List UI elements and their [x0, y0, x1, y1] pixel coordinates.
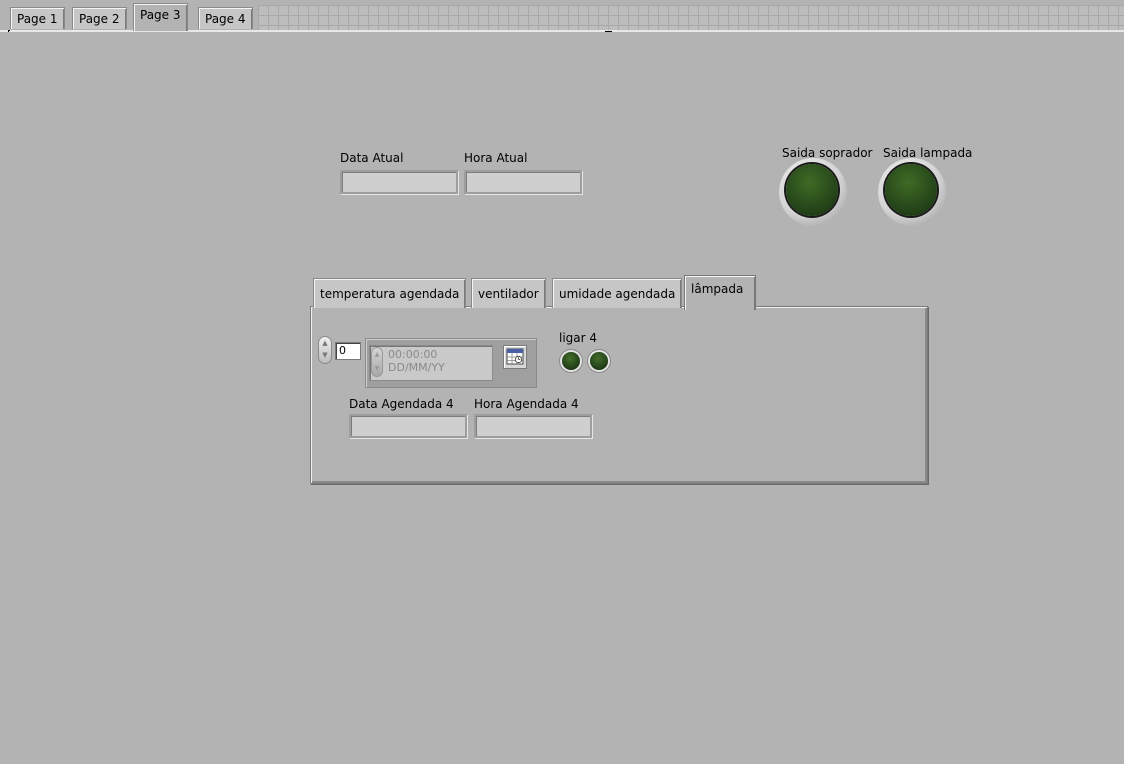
up-arrow-icon[interactable]: ▲: [372, 348, 382, 362]
tab-lampada[interactable]: lâmpada: [684, 275, 756, 310]
ligar-4-led: [562, 352, 580, 370]
tab-temperatura-agendada[interactable]: temperatura agendada: [313, 278, 467, 308]
down-arrow-icon[interactable]: ▼: [372, 362, 382, 376]
saida-lampada-led: [878, 158, 946, 226]
data-atual-label: Data Atual: [340, 151, 404, 165]
array-index-input[interactable]: 0: [335, 342, 361, 360]
array-index-spinner[interactable]: ▲ ▼: [318, 336, 332, 364]
tab-page-3[interactable]: Page 3: [133, 3, 188, 31]
hora-agendada-label: Hora Agendada 4: [474, 397, 579, 411]
calendar-icon: [506, 348, 524, 365]
timestamp-time: 00:00:00: [388, 348, 438, 361]
hora-agendada-indicator: [474, 414, 592, 438]
down-arrow-icon[interactable]: ▼: [319, 349, 331, 361]
saida-lampada-label: Saida lampada: [883, 146, 973, 160]
up-arrow-icon[interactable]: ▲: [319, 337, 331, 349]
hora-atual-label: Hora Atual: [464, 151, 528, 165]
saida-soprador-led: [779, 158, 847, 226]
tab-page-1[interactable]: Page 1: [10, 7, 65, 29]
tab-ventilador[interactable]: ventilador: [471, 278, 546, 308]
ligar-4-led: [590, 352, 608, 370]
tab-control-panel: [310, 306, 928, 484]
ligar-4-label: ligar 4: [559, 331, 598, 345]
tab-page-2[interactable]: Page 2: [72, 7, 127, 29]
timestamp-date: DD/MM/YY: [388, 361, 445, 374]
data-agendada-label: Data Agendada 4: [349, 397, 454, 411]
saida-soprador-label: Saida soprador: [782, 146, 873, 160]
tab-umidade-agendada[interactable]: umidade agendada: [552, 278, 683, 308]
data-atual-indicator: [340, 170, 458, 194]
tab-strip-grid: [258, 5, 1124, 30]
timestamp-spinner[interactable]: ▲ ▼: [371, 347, 383, 377]
calendar-button[interactable]: [503, 345, 527, 369]
hora-atual-indicator: [464, 170, 582, 194]
data-agendada-indicator: [349, 414, 467, 438]
timestamp-control[interactable]: 00:00:00 DD/MM/YY: [369, 345, 493, 381]
tab-page-4[interactable]: Page 4: [198, 7, 253, 29]
